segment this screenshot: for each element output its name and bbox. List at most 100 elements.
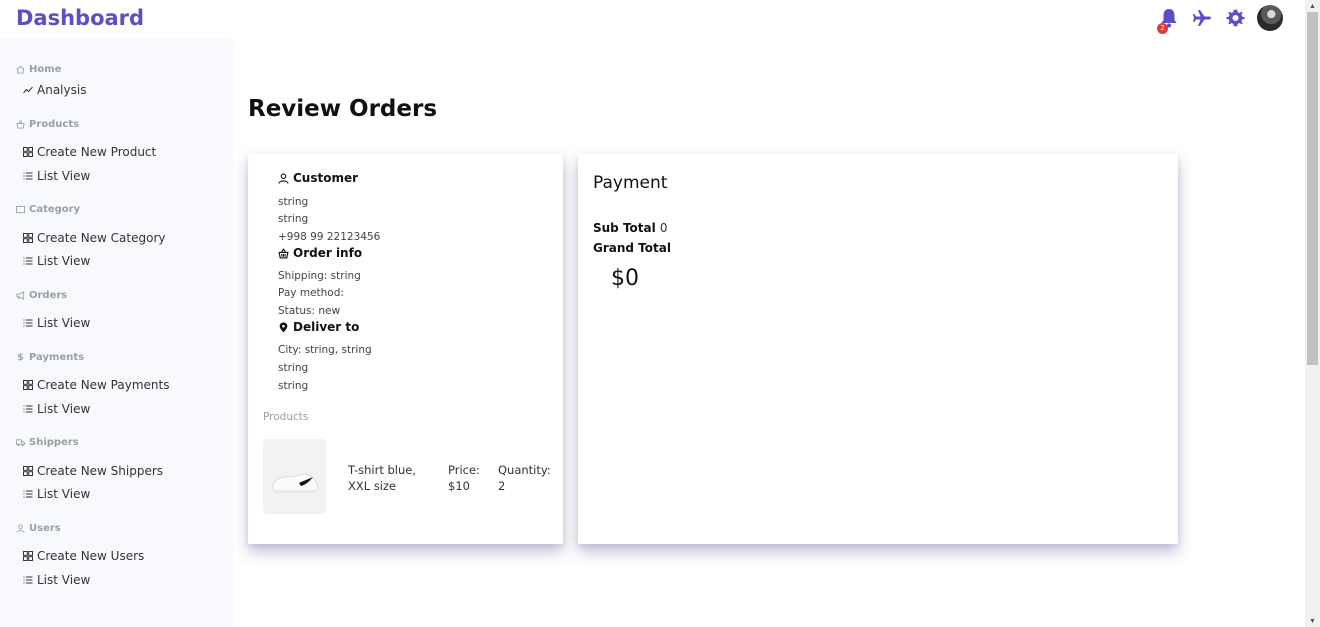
grand-total-label: Grand Total (593, 241, 671, 255)
sub-total-label: Sub Total (593, 221, 660, 235)
plane-icon[interactable] (1191, 7, 1213, 29)
sidebar-item-label: Create New Category (37, 231, 166, 245)
basket-icon (16, 120, 25, 129)
notification-badge: 2 (1157, 23, 1168, 34)
order-status: Status: new (278, 305, 341, 317)
sidebar-item-label: List View (37, 169, 91, 183)
list-icon (23, 405, 33, 413)
megaphone-icon (16, 291, 25, 300)
grid-icon (23, 466, 33, 476)
sidebar-item-create-product[interactable]: Create New Product (23, 145, 156, 159)
top-header: Dashboard 2 (0, 0, 1305, 38)
sidebar-item-users-list[interactable]: List View (23, 573, 90, 587)
square-icon (16, 205, 25, 214)
list-icon (23, 490, 33, 498)
avatar[interactable] (1257, 5, 1283, 31)
product-name: T-shirt blue, XXL size (348, 463, 417, 493)
product-image (263, 439, 326, 514)
product-quantity: Quantity: 2 (498, 463, 551, 493)
sidebar-item-orders-list[interactable]: List View (23, 316, 90, 330)
deliver-line: string (278, 362, 309, 374)
page-scrollbar[interactable]: ▲ ▼ (1305, 0, 1320, 627)
scroll-up-icon[interactable]: ▲ (1305, 0, 1320, 12)
sidebar-section-label: Orders (29, 290, 68, 301)
map-pin-icon (279, 322, 288, 332)
sidebar: Home Analysis Products Create New Produc… (0, 38, 233, 627)
customer-heading: Customer (278, 171, 358, 185)
sidebar-item-label: List View (37, 316, 91, 330)
customer-phone: +998 99 22123456 (278, 231, 381, 243)
gear-icon[interactable] (1224, 7, 1246, 29)
sidebar-section-users: Users (16, 523, 61, 534)
products-label: Products (263, 411, 309, 423)
sidebar-section-shippers: Shippers (16, 437, 79, 448)
bell-icon[interactable]: 2 (1157, 7, 1180, 34)
payment-title: Payment (593, 173, 668, 193)
order-shipping: Shipping: string (278, 270, 361, 282)
deliver-city: City: string, string (278, 344, 372, 356)
sidebar-item-label: Create New Shippers (37, 464, 164, 478)
home-icon (16, 65, 25, 74)
scroll-thumb[interactable] (1307, 12, 1318, 365)
sidebar-item-label: Analysis (37, 83, 87, 97)
sidebar-section-label: Users (29, 523, 61, 534)
grid-icon (23, 380, 33, 390)
sidebar-section-products: Products (16, 119, 79, 130)
customer-line: string (278, 196, 309, 208)
sub-total-value: 0 (659, 221, 668, 235)
sidebar-item-label: Create New Product (37, 145, 157, 159)
app-root: Dashboard 2 Home Analysis Products Creat… (0, 0, 1320, 627)
chart-line-icon (23, 86, 33, 94)
sidebar-item-category-list[interactable]: List View (23, 254, 90, 268)
sidebar-item-products-list[interactable]: List View (23, 169, 90, 183)
list-icon (23, 257, 33, 265)
product-price: Price: $10 (448, 463, 480, 493)
sidebar-item-label: List View (37, 402, 91, 416)
sidebar-item-create-users[interactable]: Create New Users (23, 549, 144, 563)
sidebar-item-label: List View (37, 487, 91, 501)
order-pay-method: Pay method: (278, 287, 344, 299)
order-info-heading-label: Order info (293, 246, 363, 260)
sidebar-section-home: Home (16, 64, 61, 75)
sub-total-row: Sub Total 0 (593, 221, 668, 235)
sidebar-item-label: List View (37, 254, 91, 268)
sidebar-item-payments-list[interactable]: List View (23, 402, 90, 416)
grid-icon (23, 147, 33, 157)
user-icon (278, 173, 289, 184)
sidebar-item-create-category[interactable]: Create New Category (23, 231, 166, 245)
sidebar-item-label: Create New Users (37, 549, 145, 563)
basket-icon (278, 247, 289, 258)
page-title: Review Orders (248, 96, 438, 122)
deliver-to-heading-label: Deliver to (293, 320, 360, 334)
sidebar-section-category: Category (16, 204, 80, 215)
sidebar-item-shippers-list[interactable]: List View (23, 487, 90, 501)
sidebar-item-create-shippers[interactable]: Create New Shippers (23, 464, 163, 478)
truck-icon (16, 439, 25, 447)
sidebar-section-label: Category (29, 204, 81, 215)
user-icon (16, 524, 25, 533)
sidebar-section-label: Payments (29, 352, 85, 363)
grand-total-row: Grand Total (593, 241, 671, 255)
list-icon (23, 172, 33, 180)
brand-title[interactable]: Dashboard (16, 6, 144, 30)
grand-total-value: $0 (611, 266, 639, 291)
sidebar-section-label: Home (29, 64, 62, 75)
deliver-to-heading: Deliver to (278, 320, 359, 334)
customer-heading-label: Customer (293, 171, 359, 185)
header-icons: 2 (1157, 5, 1283, 34)
customer-line: string (278, 213, 309, 225)
sidebar-section-payments: $ Payments (16, 352, 84, 363)
grid-icon (23, 551, 33, 561)
sidebar-section-orders: Orders (16, 290, 67, 301)
sidebar-item-create-payments[interactable]: Create New Payments (23, 378, 169, 392)
sidebar-item-label: List View (37, 573, 91, 587)
dollar-icon: $ (17, 352, 24, 363)
list-icon (23, 319, 33, 327)
deliver-line: string (278, 380, 309, 392)
order-details-card: Customer string string +998 99 22123456 … (248, 154, 563, 544)
list-icon (23, 576, 33, 584)
sidebar-item-label: Create New Payments (37, 378, 170, 392)
sidebar-item-analysis[interactable]: Analysis (23, 83, 86, 97)
scroll-down-icon[interactable]: ▼ (1305, 615, 1320, 627)
order-info-heading: Order info (278, 246, 362, 260)
